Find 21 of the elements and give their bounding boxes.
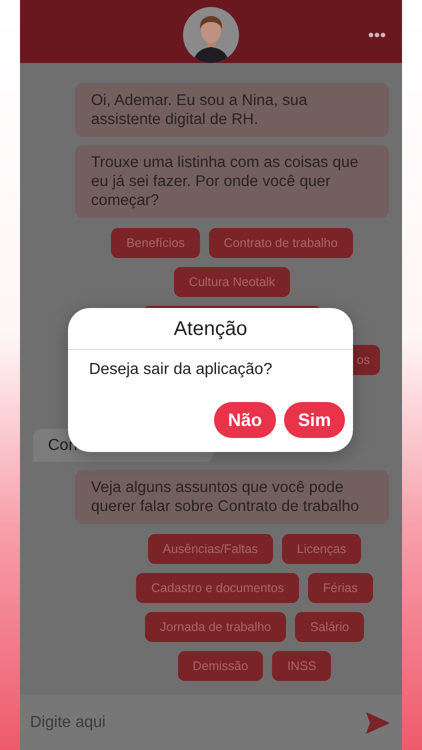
option-chip[interactable]: Férias (308, 573, 373, 603)
option-chip[interactable]: Contrato de trabalho (208, 228, 353, 258)
option-chip[interactable]: Demissão (178, 651, 264, 681)
bot-message: Trouxe uma listinha com as coisas que eu já sei fazer. Por onde você quer começar? (75, 145, 389, 218)
option-chip[interactable]: Ausências/Faltas (148, 534, 273, 564)
dialog-message: Deseja sair da aplicação? (88, 360, 274, 379)
bot-message: Oi, Ademar. Eu sou a Nina, sua assistente digital de RH. (75, 83, 389, 137)
option-chip[interactable]: INSS (272, 651, 332, 681)
input-bar[interactable]: Digite aqui (20, 695, 402, 750)
dialog-title: Atenção (68, 308, 353, 350)
bot-message: Veja alguns assuntos que você pode querer falar sobre Contrato de trabalho (75, 470, 389, 524)
option-chip[interactable]: Salário (295, 612, 364, 642)
option-chip[interactable]: Benefícios (111, 228, 200, 258)
more-icon[interactable] (368, 32, 386, 38)
option-chip[interactable]: Cadastro e documentos (136, 573, 299, 603)
option-chip[interactable]: Cultura Neotalk (174, 267, 290, 297)
option-chip[interactable]: Licenças (282, 534, 362, 564)
dialog-button[interactable]: Sim (284, 402, 345, 438)
message-field[interactable]: Digite aqui (28, 712, 366, 732)
dialog-button[interactable]: Não (214, 402, 276, 438)
option-chip[interactable]: Jornada de trabalho (144, 612, 286, 642)
